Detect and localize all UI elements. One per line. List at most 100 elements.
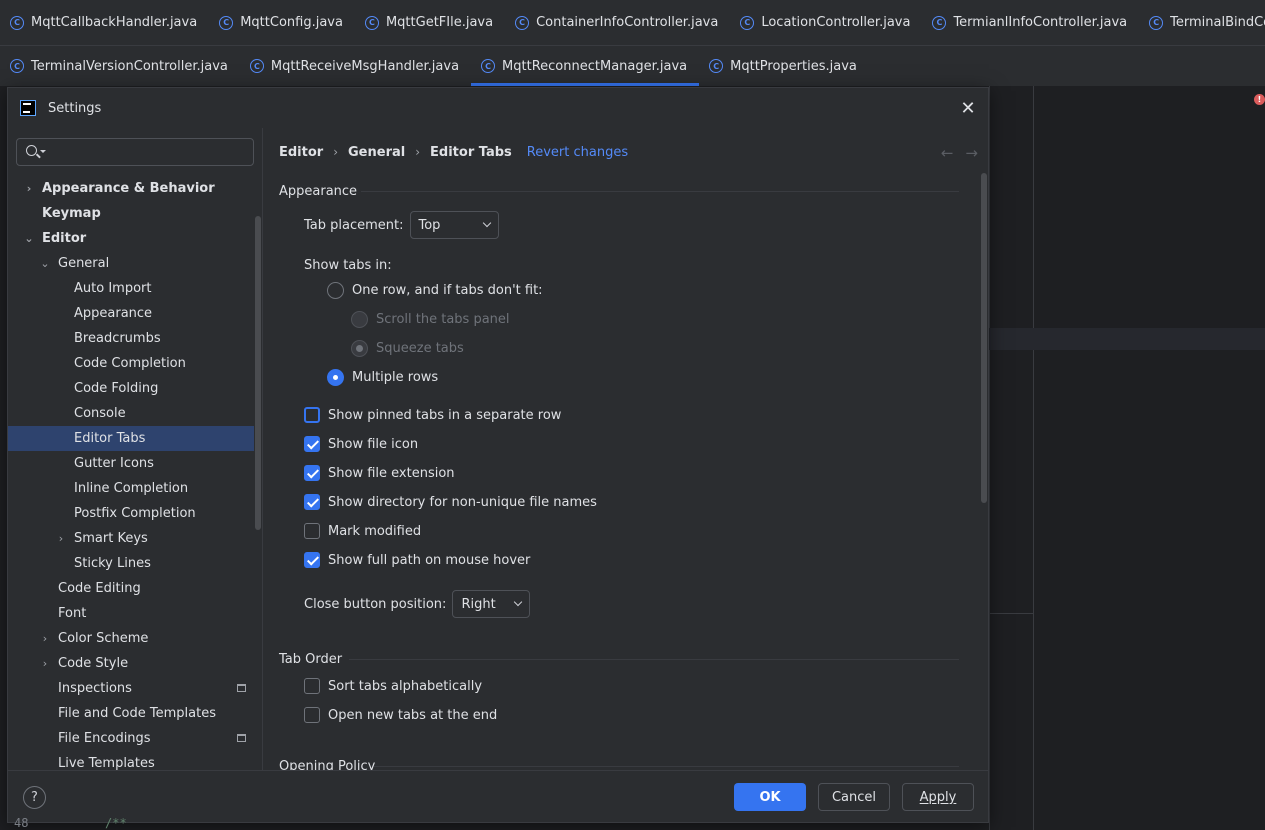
tree-item[interactable]: Keymap bbox=[8, 201, 254, 226]
tree-item[interactable]: Inline Completion bbox=[8, 476, 254, 501]
tree-item[interactable]: › Code Style bbox=[8, 651, 254, 676]
tree-item[interactable]: Gutter Icons bbox=[8, 451, 254, 476]
checkbox-row[interactable]: Show pinned tabs in a separate row bbox=[304, 407, 561, 423]
editor-tab[interactable]: C LocationController.java bbox=[730, 0, 922, 45]
radio-squeeze-label: Squeeze tabs bbox=[376, 341, 464, 356]
editor-tab[interactable]: C ContainerInfoController.java bbox=[505, 0, 730, 45]
tab-placement-label: Tab placement: bbox=[304, 217, 404, 233]
tab-order-title-text: Tab Order bbox=[279, 651, 343, 667]
breadcrumb-general[interactable]: General bbox=[348, 145, 405, 160]
chevron-right-icon[interactable]: › bbox=[40, 657, 50, 670]
tree-item[interactable]: Font bbox=[8, 601, 254, 626]
checkbox[interactable] bbox=[304, 407, 320, 423]
java-class-icon: C bbox=[709, 59, 724, 73]
tree-item-label: General bbox=[58, 256, 110, 271]
editor-tab[interactable]: C MqttGetFIle.java bbox=[355, 0, 505, 45]
help-icon[interactable]: ? bbox=[23, 786, 46, 809]
tree-item-label: Code Editing bbox=[58, 581, 141, 596]
checkbox-row[interactable]: Show file extension bbox=[304, 465, 455, 481]
tree-item[interactable]: › Smart Keys bbox=[8, 526, 254, 551]
ok-button[interactable]: OK bbox=[734, 783, 806, 811]
editor-tab[interactable]: C TermianlInfoController.java bbox=[922, 0, 1139, 45]
checkbox-label: Show full path on mouse hover bbox=[328, 552, 531, 568]
error-indicator-icon[interactable]: ! bbox=[1254, 94, 1265, 105]
checkbox[interactable] bbox=[304, 552, 320, 568]
chevron-down-icon[interactable]: ⌄ bbox=[24, 232, 34, 245]
checkbox[interactable] bbox=[304, 678, 320, 694]
checkbox[interactable] bbox=[304, 494, 320, 510]
editor-tab[interactable]: C MqttProperties.java bbox=[699, 46, 869, 86]
checkbox-row[interactable]: Show full path on mouse hover bbox=[304, 552, 530, 568]
checkbox-row[interactable]: Sort tabs alphabetically bbox=[304, 678, 482, 694]
editor-tab[interactable]: C MqttReceiveMsgHandler.java bbox=[240, 46, 471, 86]
checkbox[interactable] bbox=[304, 436, 320, 452]
tree-item[interactable]: Inspections bbox=[8, 676, 254, 701]
tree-item[interactable]: › Appearance & Behavior bbox=[8, 176, 254, 201]
content-scrollbar[interactable] bbox=[981, 173, 987, 503]
tab-order-group-title: Tab Order bbox=[279, 650, 969, 668]
radio-one-row[interactable]: One row, and if tabs don't fit: bbox=[327, 282, 543, 299]
tree-item[interactable]: Auto Import bbox=[8, 276, 254, 301]
tree-item[interactable]: File Encodings bbox=[8, 726, 254, 751]
radio-one-row-button[interactable] bbox=[327, 282, 344, 299]
tree-item-label: Appearance bbox=[74, 306, 153, 321]
close-button-position-select[interactable]: Right bbox=[452, 590, 531, 618]
tree-item[interactable]: Live Templates bbox=[8, 751, 254, 770]
tree-item[interactable]: File and Code Templates bbox=[8, 701, 254, 726]
checkbox-row[interactable]: Mark modified bbox=[304, 523, 421, 539]
tree-item[interactable]: ⌄ General bbox=[8, 251, 254, 276]
tree-item-label: Sticky Lines bbox=[74, 556, 151, 571]
back-arrow-icon[interactable]: ← bbox=[941, 144, 954, 162]
search-options-caret-icon[interactable] bbox=[40, 150, 46, 153]
tree-item[interactable]: Code Editing bbox=[8, 576, 254, 601]
tree-item[interactable]: › Color Scheme bbox=[8, 626, 254, 651]
checkbox[interactable] bbox=[304, 707, 320, 723]
checkbox-row[interactable]: Show directory for non-unique file names bbox=[304, 494, 597, 510]
java-class-icon: C bbox=[1149, 15, 1164, 30]
forward-arrow-icon[interactable]: → bbox=[965, 144, 978, 162]
checkbox-row[interactable]: Open new tabs at the end bbox=[304, 707, 497, 723]
java-class-icon: C bbox=[10, 59, 24, 73]
tree-item[interactable]: Editor Tabs bbox=[8, 426, 254, 451]
editor-tab[interactable]: C TerminalBindController.java bbox=[1139, 0, 1265, 45]
tree-item-label: Keymap bbox=[42, 206, 101, 221]
chevron-down-icon bbox=[482, 218, 491, 228]
chevron-right-icon[interactable]: › bbox=[56, 532, 66, 545]
tree-scrollbar[interactable] bbox=[255, 216, 261, 530]
radio-multiple-button[interactable] bbox=[327, 369, 344, 386]
settings-search-input[interactable] bbox=[16, 138, 254, 166]
chevron-down-icon[interactable]: ⌄ bbox=[40, 257, 50, 270]
radio-multiple-rows[interactable]: Multiple rows bbox=[327, 369, 438, 386]
tree-item[interactable]: Breadcrumbs bbox=[8, 326, 254, 351]
cancel-button[interactable]: Cancel bbox=[818, 783, 890, 811]
tree-item-label: Breadcrumbs bbox=[74, 331, 161, 346]
tree-item[interactable]: Postfix Completion bbox=[8, 501, 254, 526]
breadcrumb-editor[interactable]: Editor bbox=[279, 145, 323, 160]
tree-item[interactable]: ⌄ Editor bbox=[8, 226, 254, 251]
editor-tab[interactable]: C TerminalVersionController.java bbox=[0, 46, 240, 86]
checkbox-row[interactable]: Show file icon bbox=[304, 436, 418, 452]
apply-button[interactable]: Apply bbox=[902, 783, 974, 811]
tree-item[interactable]: Appearance bbox=[8, 301, 254, 326]
tree-item[interactable]: Console bbox=[8, 401, 254, 426]
settings-tree: › Appearance & Behavior Keymap ⌄ Editor ⌄ Gene… bbox=[8, 176, 254, 770]
editor-tab[interactable]: C MqttConfig.java bbox=[209, 0, 355, 45]
chevron-right-icon[interactable]: › bbox=[24, 182, 34, 195]
checkbox[interactable] bbox=[304, 523, 320, 539]
revert-changes-link[interactable]: Revert changes bbox=[527, 145, 628, 160]
code-comment-fragment: /** bbox=[105, 816, 127, 830]
close-button-position-value: Right bbox=[461, 596, 496, 612]
checkbox[interactable] bbox=[304, 465, 320, 481]
tab-placement-select[interactable]: Top bbox=[409, 211, 499, 239]
tree-item[interactable]: Code Completion bbox=[8, 351, 254, 376]
editor-tab[interactable]: C MqttCallbackHandler.java bbox=[0, 0, 209, 45]
close-icon[interactable]: ✕ bbox=[958, 98, 978, 119]
radio-squeeze-tabs: Squeeze tabs bbox=[351, 340, 464, 357]
tree-item[interactable]: Code Folding bbox=[8, 376, 254, 401]
opening-policy-group-title: Opening Policy bbox=[279, 757, 969, 770]
editor-tab[interactable]: C MqttReconnectManager.java bbox=[471, 46, 700, 86]
tree-item[interactable]: Sticky Lines bbox=[8, 551, 254, 576]
editor-tab-label: LocationController.java bbox=[761, 15, 911, 30]
chevron-right-icon[interactable]: › bbox=[40, 632, 50, 645]
tree-item-label: Inspections bbox=[58, 681, 132, 696]
